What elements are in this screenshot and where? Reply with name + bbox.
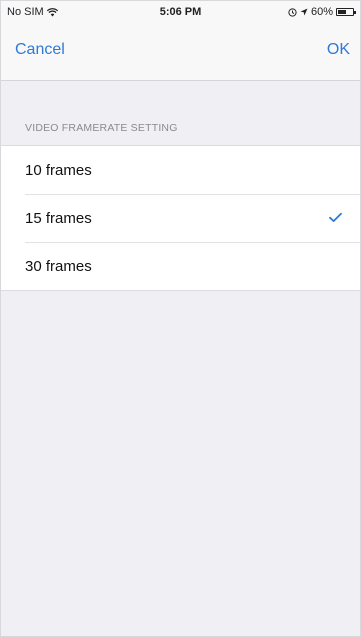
status-bar: No SIM 5:06 PM 60% (1, 1, 360, 23)
list-item-label: 30 frames (25, 257, 92, 275)
checkmark-icon (329, 210, 342, 227)
battery-fill (338, 10, 346, 14)
location-icon (300, 8, 308, 16)
list-item-label: 10 frames (25, 161, 92, 179)
list-item-label: 15 frames (25, 209, 92, 227)
alarm-icon (288, 7, 297, 17)
cancel-button[interactable]: Cancel (15, 41, 65, 59)
nav-bar: Cancel OK (1, 23, 360, 81)
status-right: 60% (288, 6, 356, 18)
list-item-10-frames[interactable]: 10 frames (1, 146, 360, 194)
section-header: VIDEO FRAMERATE SETTING (25, 122, 178, 134)
list-item-30-frames[interactable]: 30 frames (1, 242, 360, 290)
battery-icon (336, 8, 356, 16)
ok-button[interactable]: OK (327, 41, 350, 59)
framerate-options-list: 10 frames 15 frames 30 frames (1, 145, 360, 291)
battery-percent: 60% (310, 6, 333, 18)
list-item-15-frames[interactable]: 15 frames (1, 194, 360, 242)
screen: No SIM 5:06 PM 60% Cancel OK VIDEO FRAME… (0, 0, 361, 637)
